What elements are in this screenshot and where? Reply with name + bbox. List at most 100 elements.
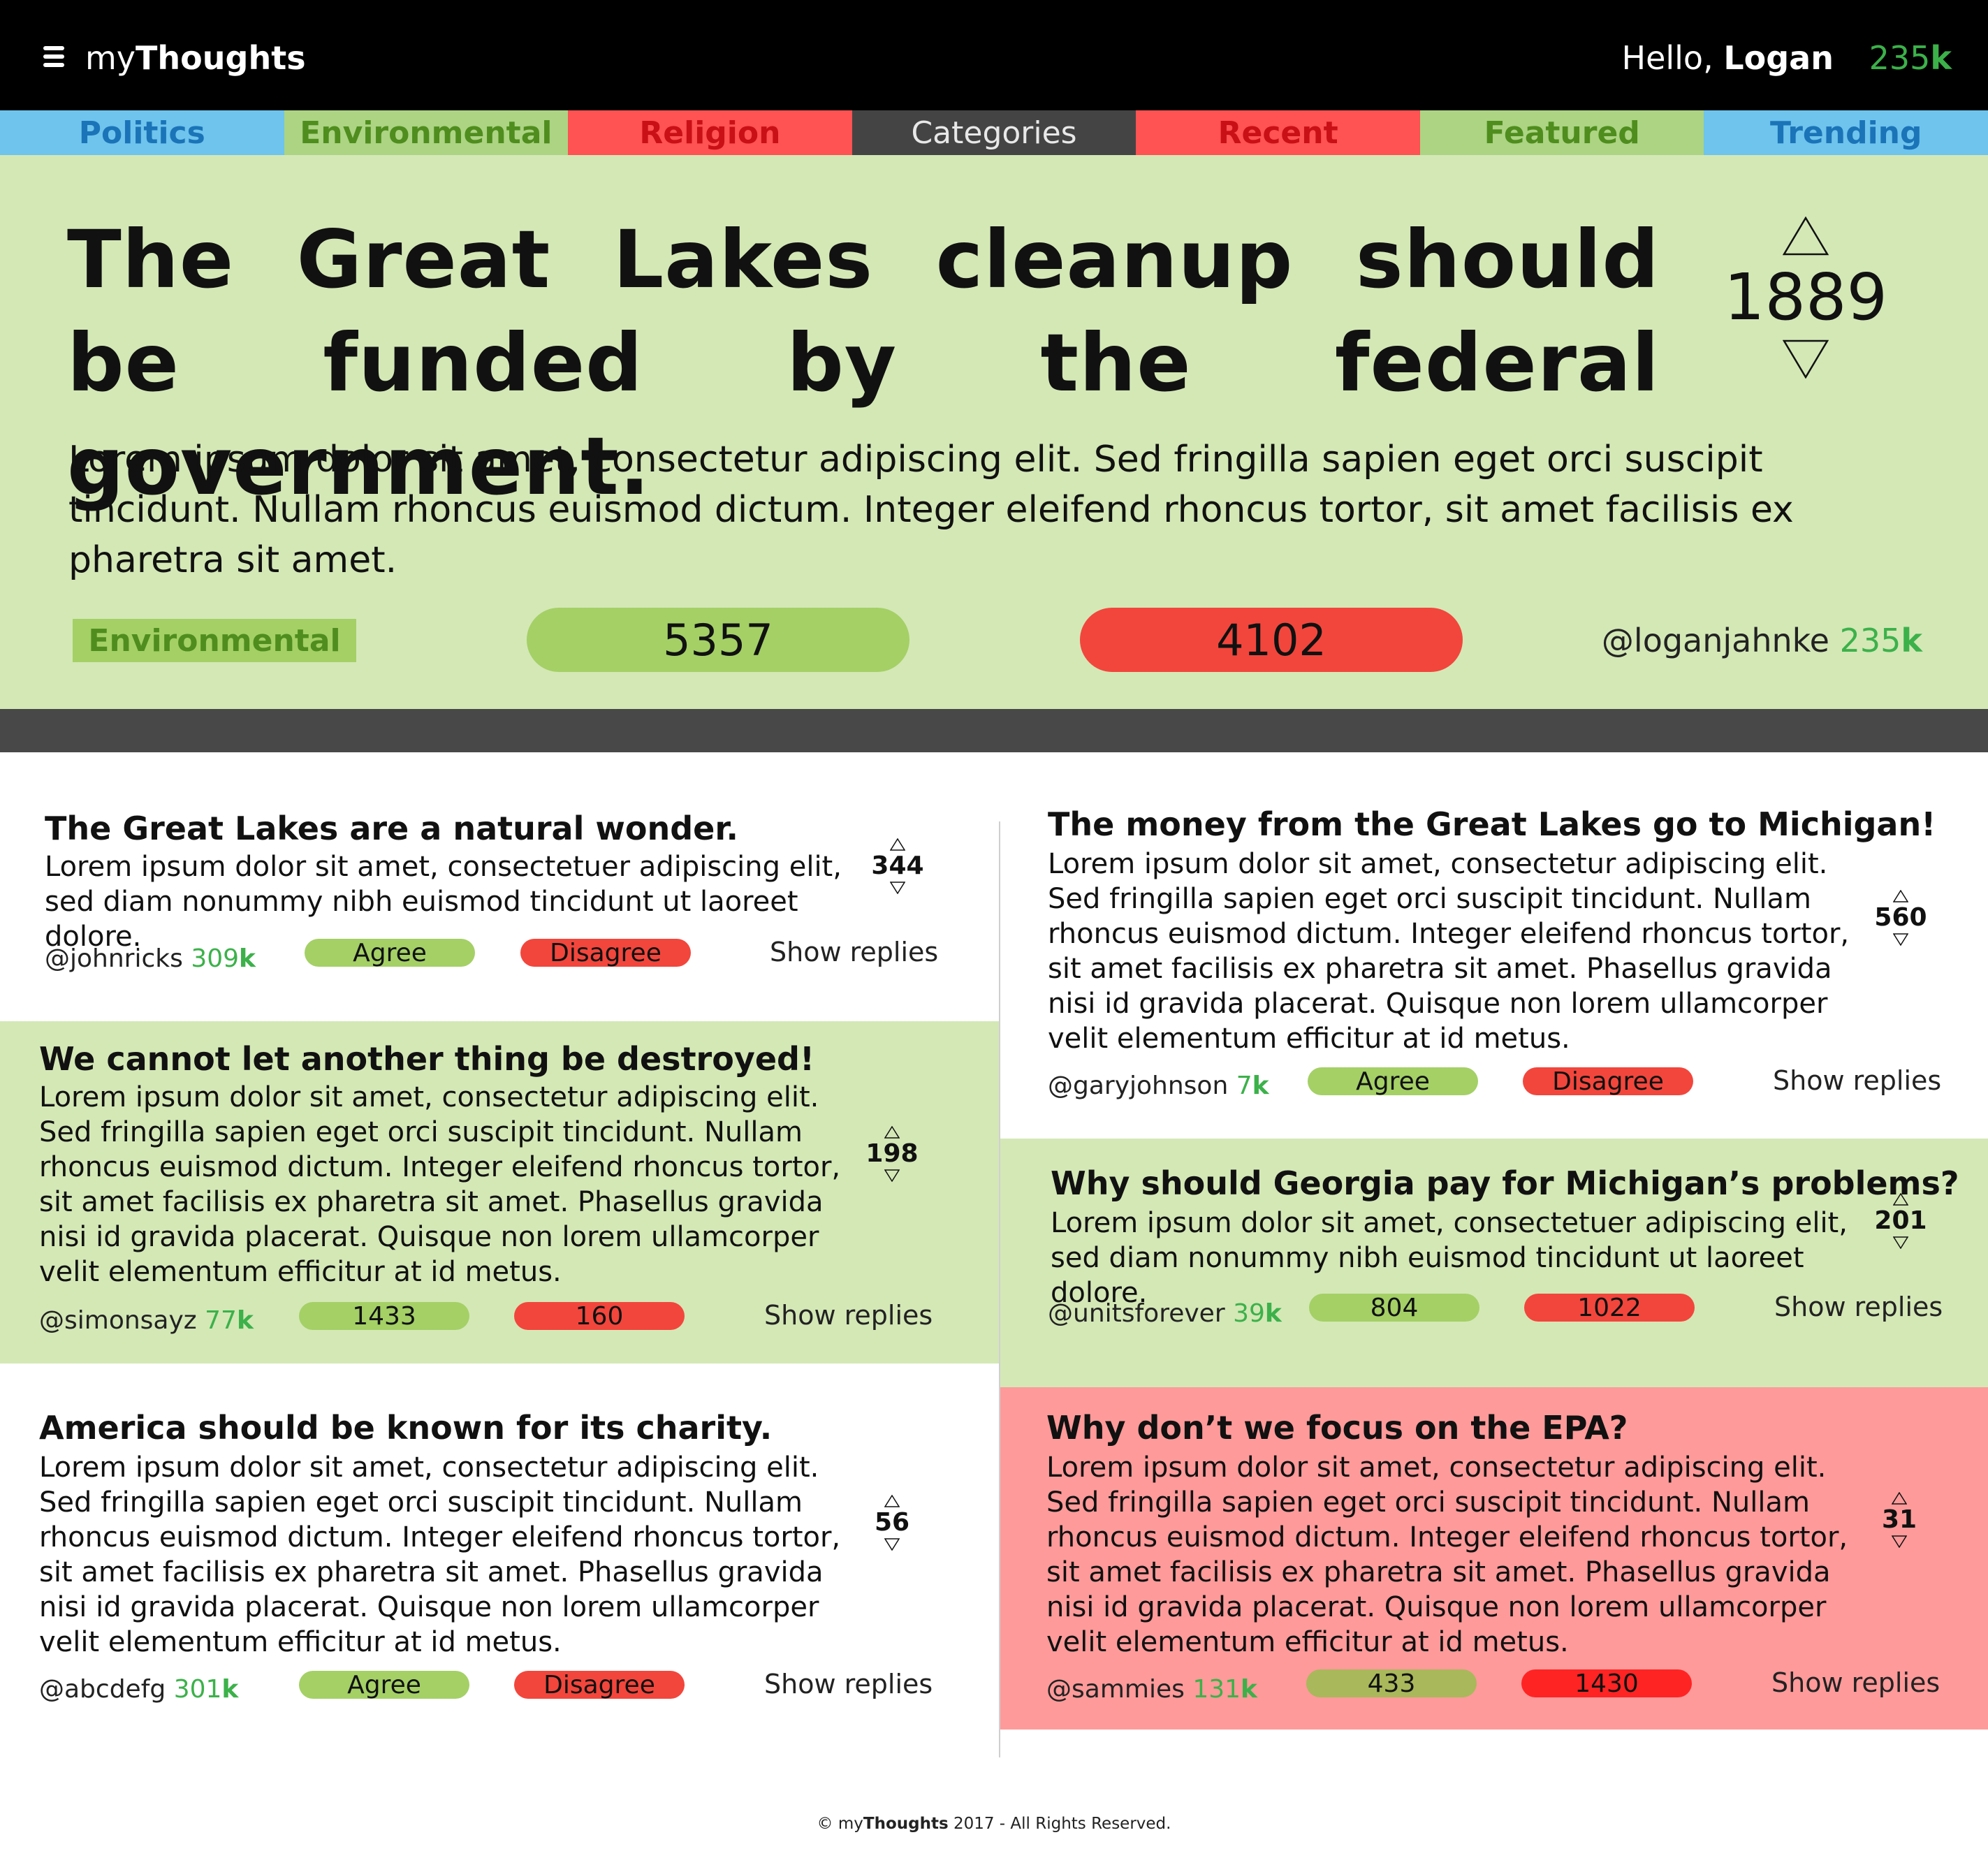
thought-author[interactable]: @loganjahnke 235k	[1602, 619, 1922, 662]
comment-vote-widget: 201	[1862, 1193, 1939, 1249]
author-karma: 235k	[1840, 622, 1922, 659]
footer-brand: myThoughts	[838, 1815, 949, 1833]
downvote-triangle-icon[interactable]	[890, 882, 905, 894]
agree-count-button[interactable]: 5357	[527, 608, 909, 672]
author-handle: @johnricks	[45, 944, 183, 973]
agree-button[interactable]: 1433	[299, 1302, 469, 1331]
category-nav: Politics Environmental Religion Categori…	[0, 110, 1988, 155]
user-karma-number: 235	[1869, 39, 1931, 77]
comment-vote-widget: 344	[859, 838, 936, 894]
author-karma-suffix: k	[239, 944, 256, 973]
show-replies-link[interactable]: Show replies	[764, 1298, 933, 1333]
upvote-triangle-icon[interactable]	[1893, 1193, 1908, 1206]
show-replies-link[interactable]: Show replies	[1774, 1289, 1943, 1324]
upvote-triangle-icon[interactable]	[1892, 1492, 1907, 1505]
downvote-triangle-icon[interactable]	[1892, 1535, 1907, 1548]
disagree-button[interactable]: 160	[514, 1302, 685, 1331]
upvote-triangle-icon[interactable]	[1893, 890, 1908, 902]
nav-tab-religion[interactable]: Religion	[568, 110, 852, 155]
comment-body: Lorem ipsum dolor sit amet, consectetur …	[1048, 848, 1850, 1055]
comment-vote-count: 201	[1874, 1206, 1927, 1235]
downvote-triangle-icon[interactable]	[884, 1169, 900, 1182]
comment-body: Lorem ipsum dolor sit amet, consectetur …	[39, 1451, 841, 1658]
author-karma-number: 39	[1233, 1299, 1265, 1328]
show-replies-link[interactable]: Show replies	[770, 935, 938, 970]
comment-card: We cannot let another thing be destroyed…	[0, 1021, 999, 1363]
comment-author[interactable]: @simonsayz 77k	[39, 1303, 254, 1338]
author-karma: 131k	[1192, 1675, 1257, 1704]
author-karma: 77k	[205, 1306, 254, 1335]
disagree-button[interactable]: Disagree	[520, 939, 691, 967]
agree-button[interactable]: Agree	[1308, 1067, 1478, 1096]
nav-tab-featured[interactable]: Featured	[1419, 110, 1704, 155]
author-karma-number: 301	[173, 1675, 222, 1704]
author-handle: @unitsforever	[1048, 1299, 1225, 1328]
thought-vote-count: 1889	[1723, 260, 1888, 335]
author-karma: 309k	[191, 944, 256, 973]
nav-tab-recent[interactable]: Recent	[1136, 110, 1420, 155]
footer-brand-prefix: my	[838, 1815, 863, 1833]
author-handle: @garyjohnson	[1048, 1072, 1229, 1100]
user-greeting: Hello, Logan 235k	[1621, 34, 1952, 82]
comment-author[interactable]: @johnricks 309k	[45, 942, 256, 977]
downvote-triangle-icon[interactable]	[1783, 339, 1829, 379]
user-karma: 235k	[1869, 39, 1952, 77]
upvote-triangle-icon[interactable]	[884, 1495, 900, 1507]
author-karma: 7k	[1236, 1072, 1269, 1100]
greeting-prefix: Hello,	[1621, 39, 1713, 77]
author-karma-suffix: k	[221, 1675, 239, 1704]
show-replies-link[interactable]: Show replies	[1771, 1665, 1940, 1700]
upvote-triangle-icon[interactable]	[884, 1126, 900, 1139]
author-karma: 39k	[1233, 1299, 1282, 1328]
comment-vote-widget: 31	[1861, 1492, 1938, 1548]
section-divider	[0, 709, 1988, 752]
nav-tab-environmental[interactable]: Environmental	[284, 110, 569, 155]
comment-title: The Great Lakes are a natural wonder.	[45, 810, 738, 847]
author-handle: @abcdefg	[39, 1675, 166, 1704]
comment-body: Lorem ipsum dolor sit amet, consectetur …	[39, 1081, 841, 1288]
brand-logo[interactable]: myThoughts	[85, 34, 306, 82]
comment-author[interactable]: @unitsforever 39k	[1048, 1296, 1282, 1331]
nav-tab-politics[interactable]: Politics	[0, 110, 284, 155]
disagree-button[interactable]: Disagree	[1523, 1067, 1693, 1096]
comment-vote-count: 560	[1874, 903, 1927, 932]
agree-button[interactable]: 433	[1306, 1669, 1477, 1698]
disagree-button[interactable]: 1022	[1524, 1294, 1695, 1322]
copyright-symbol: ©	[817, 1815, 833, 1833]
author-karma-number: 131	[1192, 1675, 1241, 1704]
comment-title: Why don’t we focus on the EPA?	[1046, 1409, 1628, 1447]
comment-author[interactable]: @garyjohnson 7k	[1048, 1069, 1269, 1104]
agree-button[interactable]: 804	[1309, 1294, 1479, 1322]
disagree-count-button[interactable]: 4102	[1080, 608, 1463, 672]
author-karma-number: 77	[205, 1306, 237, 1335]
upvote-triangle-icon[interactable]	[1783, 217, 1829, 256]
show-replies-link[interactable]: Show replies	[1773, 1063, 1941, 1098]
agree-button[interactable]: Agree	[305, 939, 475, 967]
thought-body: Lorem ipsum dolor sit amet, consectetur …	[68, 439, 1794, 581]
author-karma-suffix: k	[236, 1306, 254, 1335]
author-karma-suffix: k	[1241, 1675, 1257, 1704]
user-name[interactable]: Logan	[1723, 39, 1834, 77]
comment-card: Why don’t we focus on the EPA? Lorem ips…	[1000, 1387, 1988, 1730]
comment-card: The Great Lakes are a natural wonder. Lo…	[0, 789, 999, 1021]
nav-tab-categories[interactable]: Categories	[852, 110, 1136, 155]
comment-title: Why should Georgia pay for Michigan’s pr…	[1051, 1164, 1959, 1202]
downvote-triangle-icon[interactable]	[1893, 1236, 1908, 1249]
downvote-triangle-icon[interactable]	[1893, 933, 1908, 946]
author-karma-suffix: k	[1252, 1072, 1269, 1100]
footer-brand-bold: Thoughts	[863, 1815, 949, 1833]
show-replies-link[interactable]: Show replies	[764, 1667, 933, 1702]
disagree-button[interactable]: Disagree	[514, 1671, 685, 1699]
disagree-button[interactable]: 1430	[1521, 1669, 1692, 1698]
downvote-triangle-icon[interactable]	[884, 1538, 900, 1551]
author-handle: @loganjahnke	[1601, 622, 1829, 659]
comment-author[interactable]: @sammies 131k	[1046, 1672, 1257, 1707]
comment-author[interactable]: @abcdefg 301k	[39, 1672, 238, 1707]
thought-category-tag[interactable]: Environmental	[73, 619, 356, 662]
agree-button[interactable]: Agree	[299, 1671, 469, 1699]
nav-tab-trending[interactable]: Trending	[1704, 110, 1988, 155]
upvote-triangle-icon[interactable]	[890, 838, 905, 851]
hamburger-menu-icon[interactable]	[43, 46, 64, 67]
top-bar: myThoughts Hello, Logan 235k	[0, 0, 1988, 110]
comment-vote-count: 56	[874, 1508, 910, 1537]
